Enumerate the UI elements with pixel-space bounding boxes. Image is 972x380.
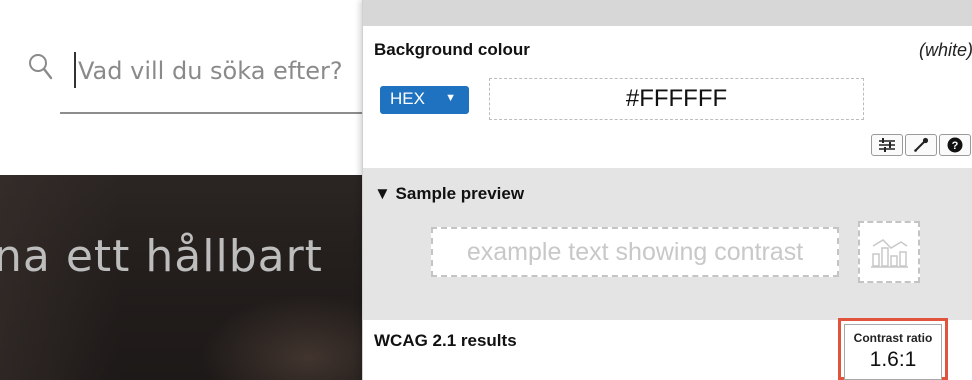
search-bar (0, 0, 380, 175)
background-colour-label: Background colour (374, 40, 530, 59)
search-icon[interactable] (27, 52, 53, 82)
search-input[interactable] (78, 51, 378, 91)
search-underline (60, 112, 365, 114)
contrast-ratio-title: Contrast ratio (853, 331, 933, 345)
help-icon: ? (947, 137, 963, 153)
sliders-icon (879, 138, 895, 152)
adjust-sliders-button[interactable] (871, 134, 903, 156)
colour-name: (white) (918, 40, 972, 60)
chart-preview (858, 221, 920, 283)
colour-format-value: HEX (390, 89, 425, 108)
sample-text-preview: example text showing contrast (431, 227, 839, 277)
svg-text:?: ? (952, 140, 959, 152)
sample-preview-toggle[interactable]: ▼ Sample preview (374, 184, 524, 204)
wcag-results-label: WCAG 2.1 results (374, 331, 517, 350)
eyedropper-button[interactable] (905, 134, 937, 156)
hero-banner: na ett hållbart (0, 175, 380, 380)
hex-colour-input[interactable] (489, 78, 864, 120)
sample-preview-section: ▼ Sample preview example text showing co… (363, 168, 972, 320)
contrast-ratio-box: Contrast ratio 1.6:1 (844, 324, 942, 380)
dropdown-caret-icon: ▼ (445, 92, 456, 104)
contrast-checker-panel: Background colour (white) HEX ▼ ? ▼ Samp… (362, 0, 972, 380)
colour-format-select[interactable]: HEX ▼ (380, 86, 469, 114)
eyedropper-icon (914, 137, 929, 152)
help-button[interactable]: ? (939, 134, 971, 156)
text-cursor (74, 52, 76, 88)
hero-heading: na ett hållbart (0, 231, 323, 282)
contrast-ratio-value: 1.6:1 (869, 348, 917, 371)
panel-top-bar (363, 0, 972, 26)
chart-preview-icon (871, 239, 908, 268)
